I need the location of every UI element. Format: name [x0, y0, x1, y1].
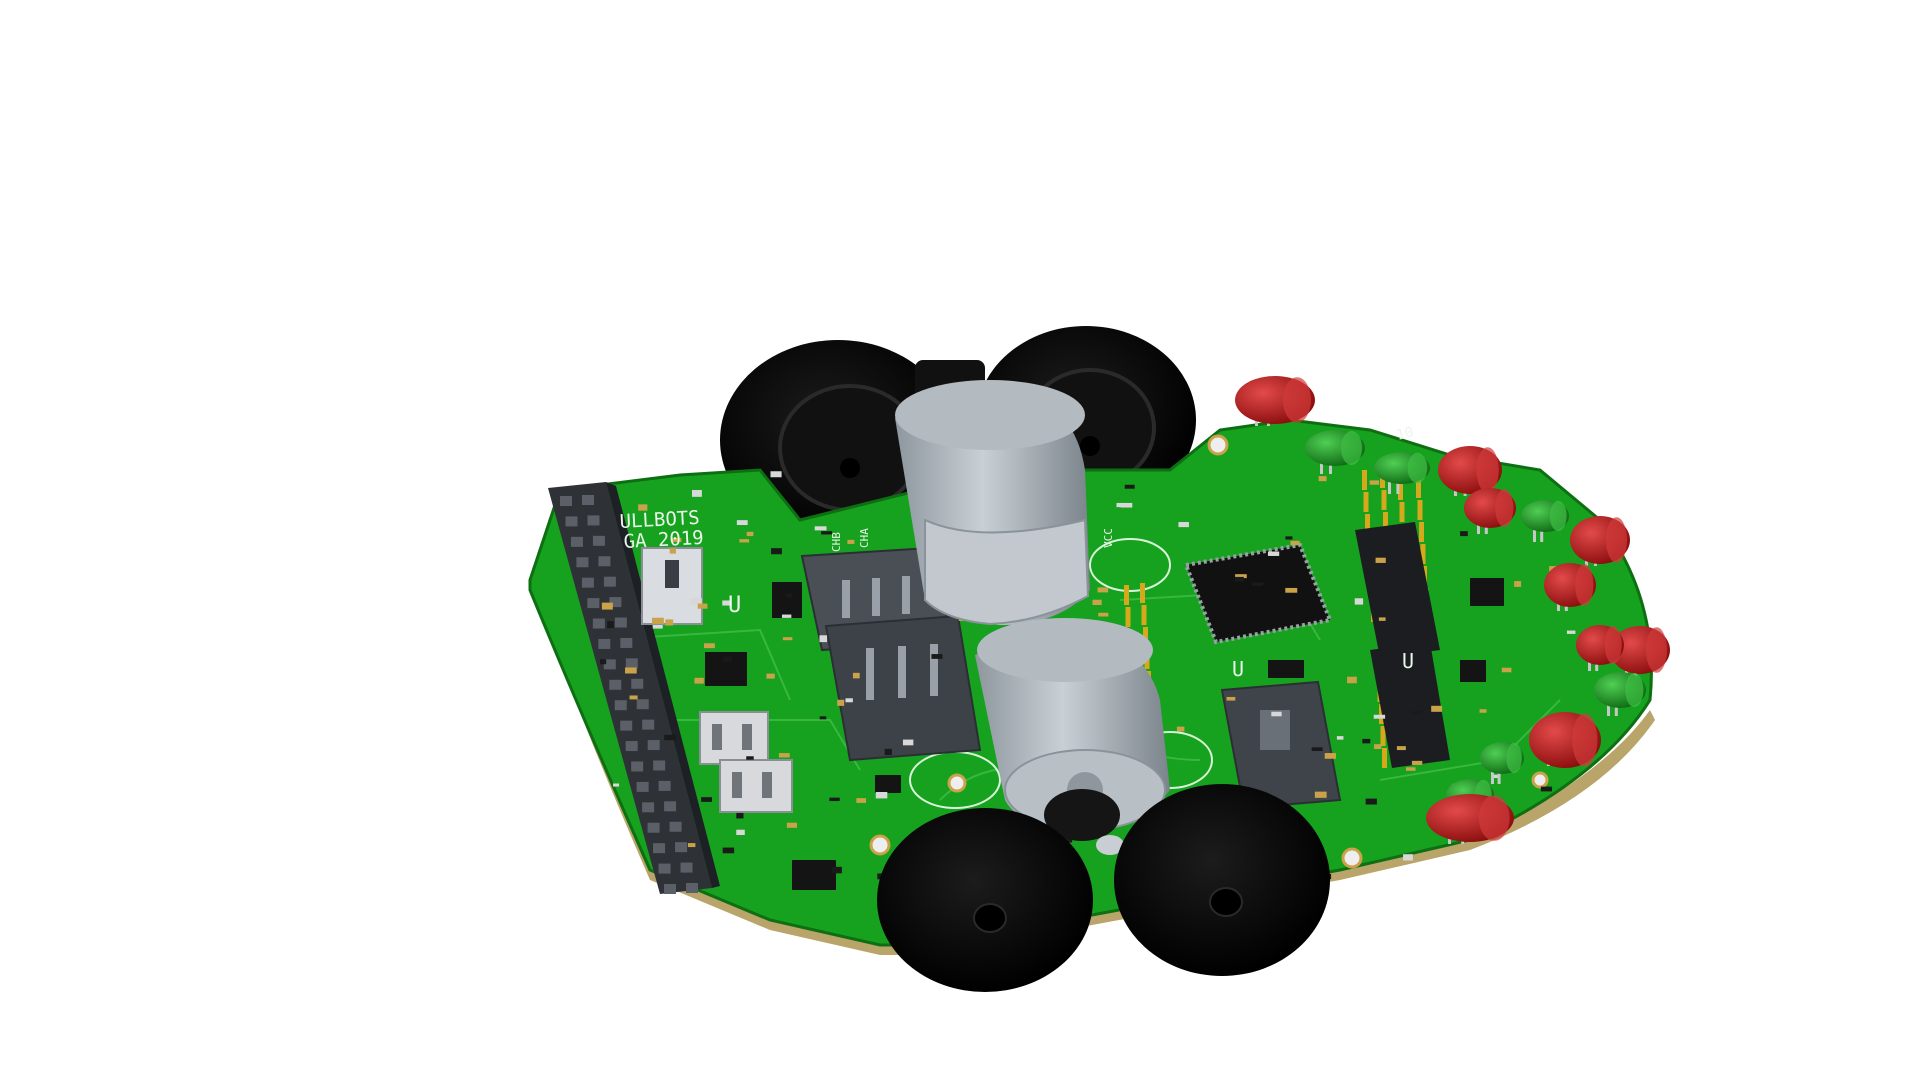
u-label-mid: U	[1232, 657, 1244, 681]
render-viewport: ULLBOTS GA 2019 U U U CHA CHB VCC 10	[0, 0, 1920, 1080]
vcc-label: VCC	[1102, 528, 1115, 548]
cha-label: CHA	[858, 528, 871, 548]
front-left-wheel	[877, 808, 1093, 992]
chb-label: CHB	[830, 532, 843, 552]
ten-label: 10	[1395, 424, 1415, 444]
front-right-wheel	[1114, 784, 1330, 976]
pcb-robot-render: ULLBOTS GA 2019 U U U CHA CHB VCC 10	[528, 326, 1670, 992]
u-label-left: U	[728, 593, 741, 618]
u-label-right: U	[1402, 649, 1414, 673]
upper-motor	[895, 380, 1090, 626]
year-label: GA 2019	[623, 527, 704, 553]
power-switch	[641, 547, 703, 625]
